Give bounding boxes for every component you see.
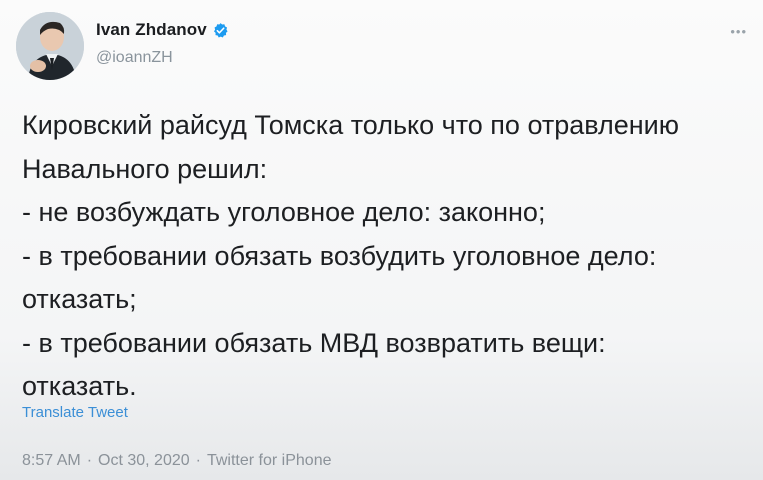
author-handle[interactable]: @ioannZH: [96, 49, 173, 67]
tweet-card: Ivan Zhdanov @ioannZH ••• Кировский райс…: [0, 0, 763, 480]
meta-separator: ·: [195, 452, 201, 469]
tweet-date[interactable]: Oct 30, 2020: [98, 452, 190, 470]
meta-separator: ·: [86, 452, 93, 469]
translate-tweet-link[interactable]: Translate Tweet: [22, 404, 128, 421]
author-name[interactable]: Ivan Zhdanov: [96, 20, 207, 40]
tweet-time[interactable]: 8:57 AM: [22, 452, 81, 470]
tweet-source[interactable]: Twitter for iPhone: [207, 452, 332, 470]
author-name-row: Ivan Zhdanov: [96, 20, 229, 40]
tweet-text: Кировский райсуд Томска только что по от…: [22, 110, 680, 401]
tweet-meta: 8:57 AM · Oct 30, 2020 · Twitter for iPh…: [22, 452, 331, 470]
avatar[interactable]: [16, 12, 84, 80]
verified-badge-icon: [212, 22, 229, 39]
more-options-icon[interactable]: •••: [730, 24, 747, 39]
person-avatar-icon: [16, 12, 84, 80]
